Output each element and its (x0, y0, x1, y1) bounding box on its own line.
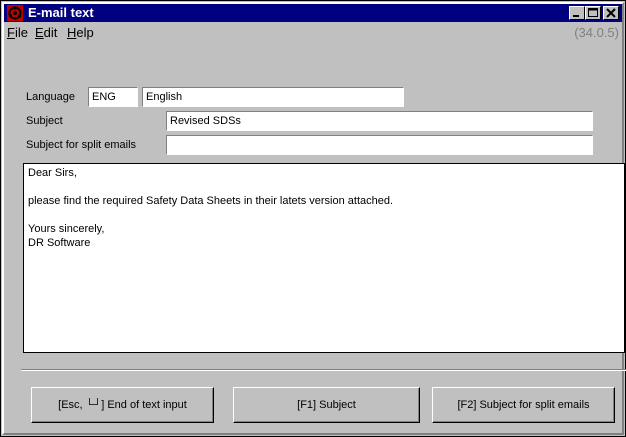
language-label: Language (26, 91, 75, 103)
minimize-icon (573, 15, 579, 17)
close-icon (606, 8, 616, 18)
body-line (28, 208, 620, 222)
body-line: DR Software (28, 237, 91, 249)
minimize-button[interactable] (569, 6, 585, 20)
subject-field[interactable]: Revised SDSs (166, 111, 593, 131)
menu-help-rest: elp (76, 25, 94, 40)
language-code-field[interactable]: ENG (88, 87, 138, 107)
body-line: please find the required Safety Data She… (28, 195, 394, 207)
language-name-field[interactable]: English (142, 87, 404, 107)
split-subject-field[interactable] (166, 135, 593, 155)
split-subject-label: Subject for split emails (26, 139, 137, 151)
menu-file[interactable]: File (7, 25, 28, 41)
subject-button[interactable]: [F1] Subject (233, 387, 420, 423)
menu-bar: File Edit Help (34.0.5) (4, 23, 622, 43)
close-button[interactable] (603, 6, 619, 20)
email-body-textarea[interactable]: Dear Sirs, please find the required Safe… (23, 163, 625, 353)
app-window: E-mail text File Edit Help (34.0.5) Lang… (0, 0, 626, 437)
maximize-icon (588, 8, 598, 17)
title-bar[interactable]: E-mail text (4, 4, 622, 22)
split-subject-button[interactable]: [F2] Subject for split emails (432, 387, 615, 423)
menu-file-rest: ile (14, 25, 28, 40)
window-title: E-mail text (28, 5, 94, 20)
maximize-button[interactable] (585, 6, 601, 20)
menu-help[interactable]: Help (67, 25, 94, 41)
body-line: Yours sincerely, (28, 223, 105, 235)
body-line: Dear Sirs, (28, 167, 77, 179)
subject-label: Subject (26, 115, 63, 127)
menu-edit-rest: dit (43, 25, 58, 40)
body-line (28, 180, 620, 194)
menu-edit[interactable]: Edit (35, 25, 57, 41)
menu-edit-mnemonic: E (35, 25, 44, 40)
biohazard-icon (7, 5, 23, 21)
menu-help-mnemonic: H (67, 25, 77, 40)
end-text-input-button[interactable]: [Esc, └┘] End of text input (31, 387, 214, 423)
version-label: (34.0.5) (574, 25, 619, 40)
menu-file-mnemonic: F (7, 25, 15, 40)
button-separator (21, 369, 626, 371)
